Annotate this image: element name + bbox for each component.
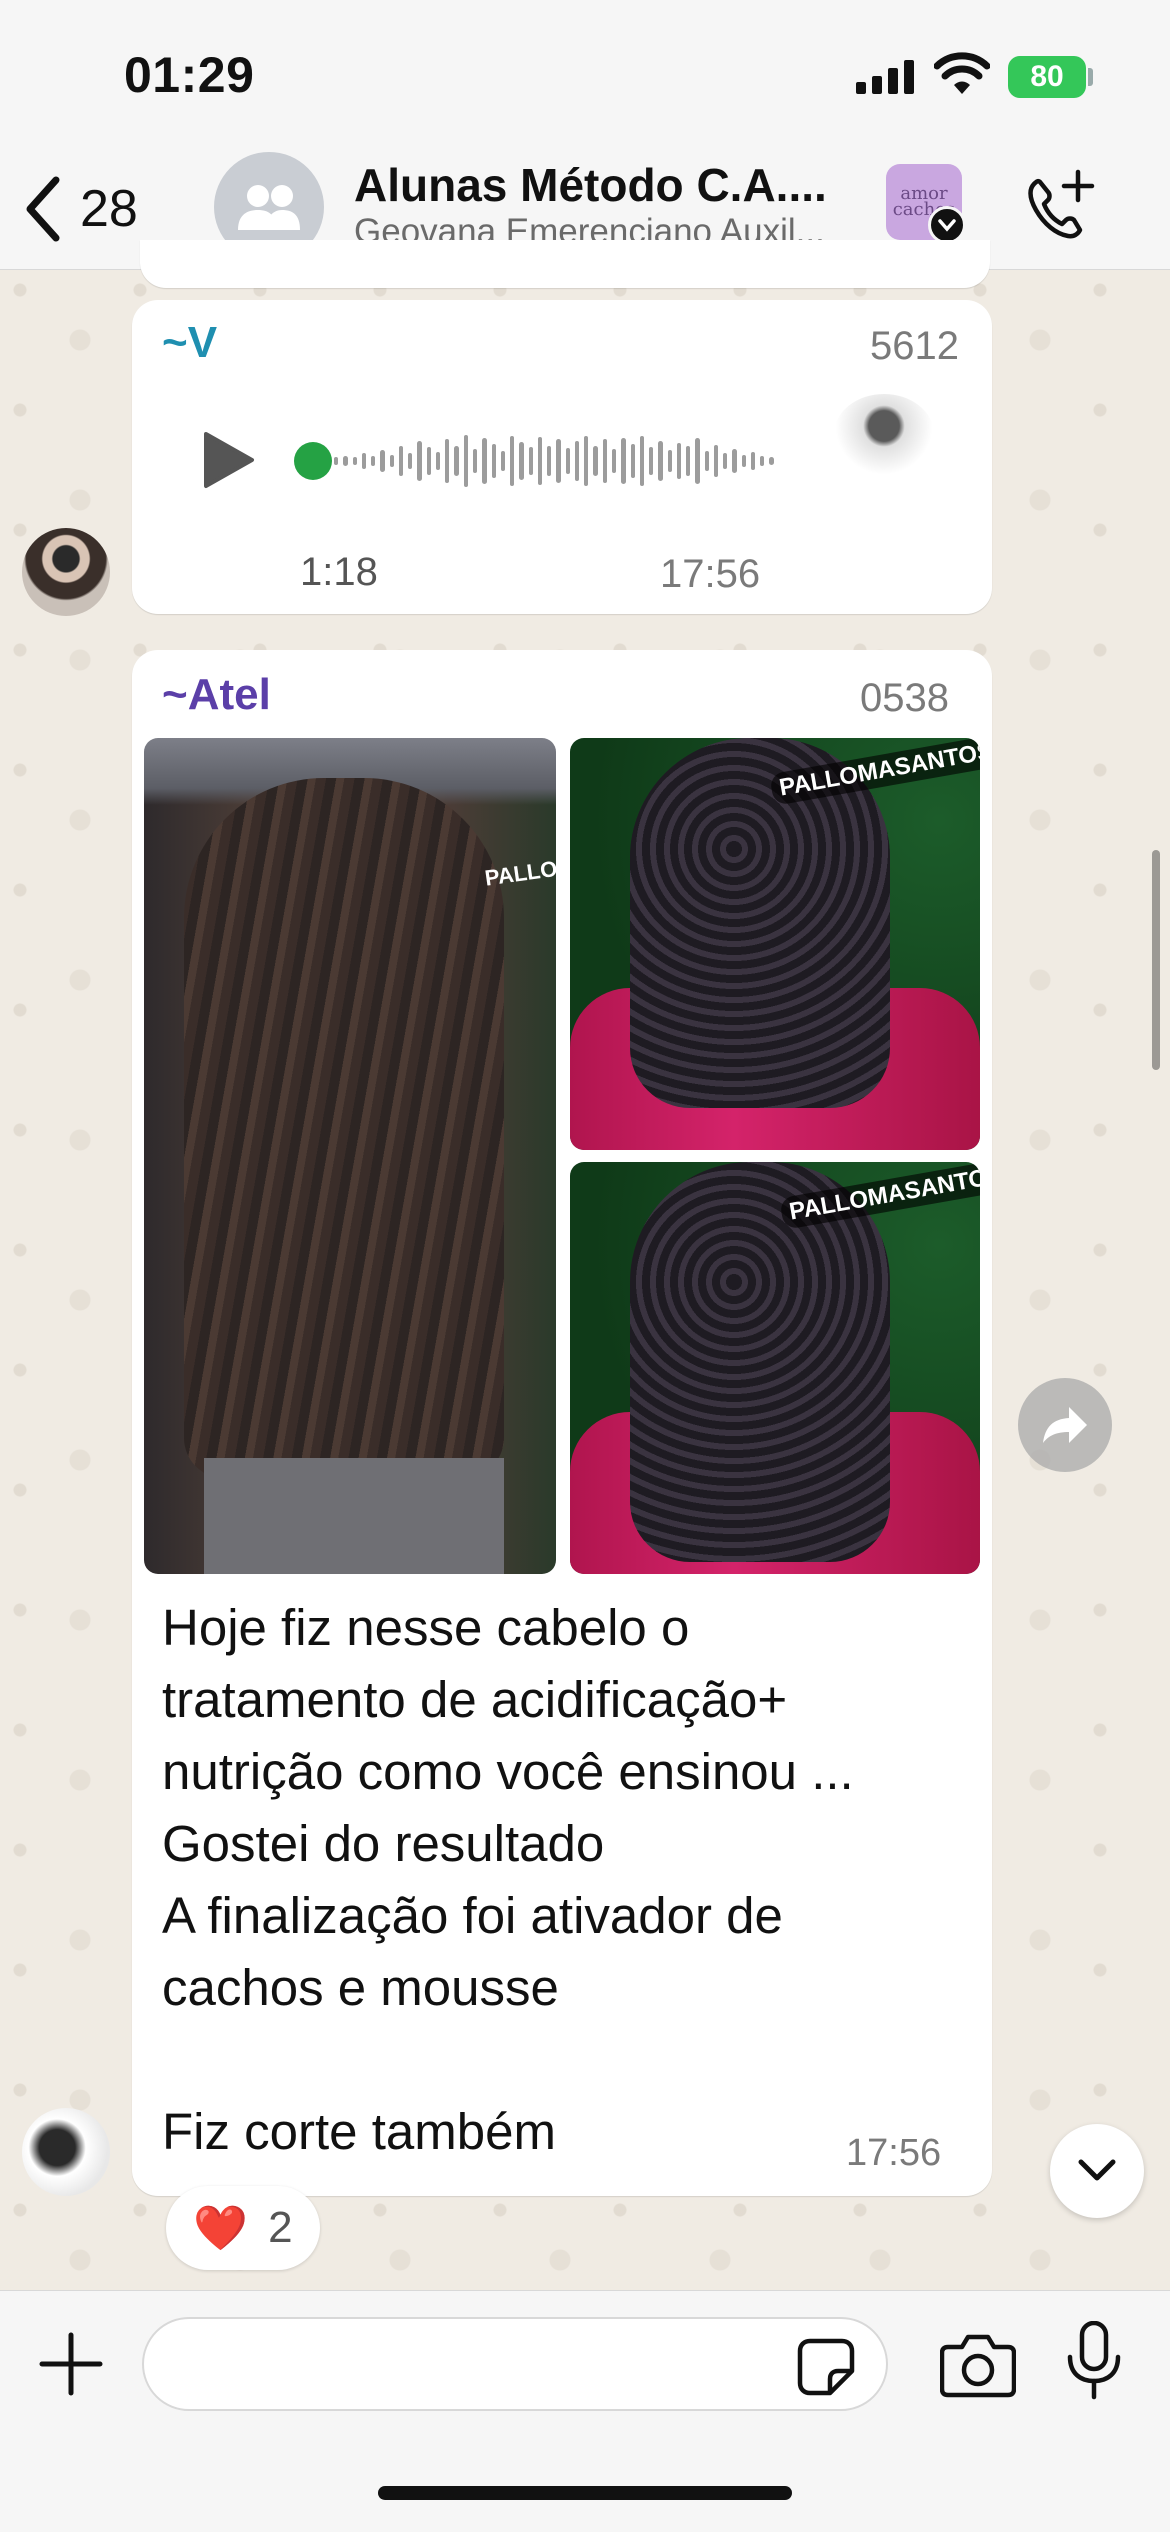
plus-icon[interactable] [38, 2331, 104, 2397]
audio-message-time: 17:56 [660, 552, 761, 596]
audio-sender-name[interactable]: ~V [162, 318, 217, 368]
unread-count: 28 [80, 180, 138, 238]
status-bar: 01:29 80 [0, 0, 1170, 150]
chat-title[interactable]: Alunas Método C.A.... [354, 158, 854, 212]
chevron-down-badge-icon [928, 206, 966, 244]
previous-message-bubble [140, 240, 990, 288]
message-reaction[interactable]: ❤️ 2 [166, 2186, 320, 2270]
message-text: Hoje fiz nesse cabelo o tratamento de ac… [162, 1599, 854, 2160]
audio-sender-photo [834, 394, 934, 474]
audio-waveform[interactable] [334, 424, 774, 498]
audio-progress-handle[interactable] [294, 442, 332, 480]
photo-watermark: PALLOMASANTOS [483, 838, 556, 891]
home-indicator [378, 2486, 792, 2500]
cellular-signal-icon [856, 58, 914, 94]
sender-avatar[interactable] [22, 528, 110, 616]
status-time: 01:29 [124, 47, 255, 103]
forward-arrow-icon [1043, 1407, 1087, 1443]
hair-photo-after-2[interactable]: PALLOMASANTOS [570, 1162, 980, 1574]
image-message-time: 17:56 [846, 2132, 942, 2174]
group-people-icon [238, 185, 300, 230]
sticker-icon[interactable] [796, 2337, 856, 2397]
reaction-count: 2 [268, 2203, 293, 2252]
message-input[interactable] [142, 2317, 888, 2411]
scrollbar[interactable] [1152, 850, 1160, 1070]
battery-indicator: 80 [1008, 56, 1086, 98]
add-call-icon[interactable] [1016, 166, 1100, 250]
back-button[interactable]: 28 [20, 164, 138, 254]
hair-photo-before[interactable]: PALLOMASANTOS [144, 738, 556, 1574]
image-sender-name[interactable]: ~Atel [162, 670, 271, 720]
audio-duration: 1:18 [300, 550, 378, 594]
wifi-icon [934, 52, 990, 94]
chevron-left-icon [26, 176, 60, 242]
forward-button[interactable] [1018, 1378, 1112, 1472]
battery-tip [1088, 68, 1093, 86]
hair-photo-after-1[interactable]: PALLOMASANTOS [570, 738, 980, 1150]
microphone-icon[interactable] [1066, 2321, 1122, 2401]
battery-level: 80 [1030, 60, 1064, 93]
image-sender-phone: 0538 [860, 676, 949, 720]
heart-emoji: ❤️ [193, 2204, 249, 2253]
audio-sender-phone: 5612 [870, 324, 959, 368]
play-icon[interactable] [200, 430, 256, 490]
sender-avatar[interactable] [22, 2108, 110, 2196]
scroll-to-bottom-button[interactable] [1050, 2124, 1144, 2218]
camera-icon[interactable] [940, 2329, 1016, 2399]
chevron-down-icon [1078, 2159, 1116, 2181]
